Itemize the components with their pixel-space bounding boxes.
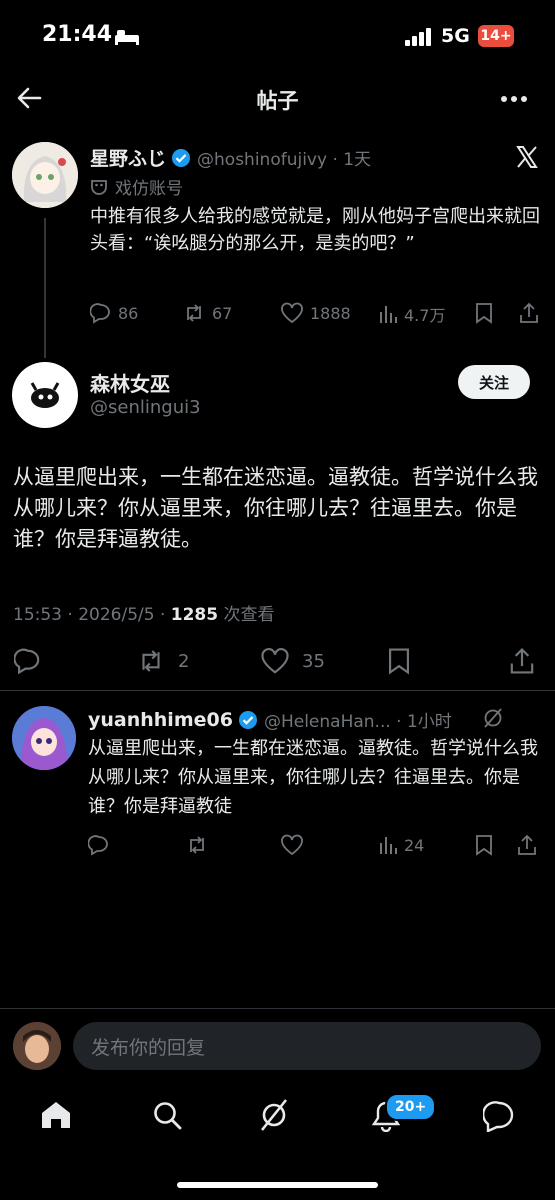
like-button[interactable]: 1888 [280, 302, 351, 324]
grok-icon[interactable] [258, 1098, 290, 1132]
reply-icon[interactable] [88, 834, 110, 856]
bottom-nav [0, 1080, 555, 1160]
reply-author-name[interactable]: yuanhhime06 [88, 709, 233, 731]
reply-text: 从逼里爬出来，一生都在迷恋逼。逼教徒。哲学说什么我从哪儿来？你从逼里来，你往哪儿… [88, 738, 538, 817]
home-icon[interactable] [40, 1100, 72, 1130]
follow-button[interactable]: 关注 [458, 365, 530, 399]
divider [0, 690, 555, 691]
repost-button[interactable]: 2 [136, 647, 189, 675]
share-icon[interactable] [508, 647, 536, 675]
reply-count: 86 [118, 303, 139, 323]
repost-count: 67 [212, 303, 233, 323]
home-indicator [177, 1182, 378, 1188]
share-icon[interactable] [518, 302, 540, 324]
view-count: 4.7万 [404, 306, 446, 325]
bookmark-icon[interactable] [386, 647, 412, 675]
like-count: 35 [302, 650, 325, 672]
main-post-actions: 2 35 [14, 647, 544, 675]
avatar[interactable] [13, 1022, 61, 1070]
x-logo-icon [515, 145, 539, 169]
reply-header: yuanhhime06 @HelenaHan... · 1小时 [88, 707, 528, 733]
thread-connector-line [44, 218, 46, 358]
reply-icon [90, 302, 112, 324]
parody-label: 戏仿账号 [90, 174, 183, 199]
views-count: 1285 [170, 605, 219, 625]
author-handle-time: @hoshinofujivy · 1天 [197, 150, 372, 170]
reply-actions: 24 [88, 834, 543, 858]
more-options-icon[interactable] [500, 95, 528, 103]
reply-handle-time: @HelenaHan... · 1小时 [263, 712, 452, 732]
main-post-text: 从逼里爬出来，一生都在迷恋逼。逼教徒。哲学说什么我从哪儿来？你从逼里来，你往哪儿… [13, 465, 538, 551]
heart-icon[interactable] [280, 834, 304, 856]
avatar[interactable] [12, 362, 78, 428]
page-title: 帖子 [256, 89, 299, 113]
share-icon[interactable] [516, 834, 538, 856]
reply-icon[interactable] [14, 647, 42, 675]
repost-icon [182, 302, 206, 324]
views-button[interactable]: 4.7万 [378, 302, 445, 326]
main-author-name[interactable]: 森林女巫 [90, 368, 170, 397]
sleep-bed-icon [114, 27, 140, 45]
like-count: 1888 [310, 303, 351, 323]
parent-post-text: 中推有很多人给我的感觉就是，刚从他妈子宫爬出来就回头看：“诶吆腿分的那么开，是卖… [90, 206, 540, 254]
parody-label-text: 戏仿账号 [115, 179, 183, 199]
repost-button[interactable]: 67 [182, 302, 232, 324]
views-label: 次查看 [218, 605, 275, 625]
compose-divider [0, 1008, 555, 1009]
views-button[interactable]: 24 [378, 834, 424, 856]
battery-indicator: 14+ [478, 25, 514, 47]
view-count: 24 [404, 835, 425, 855]
reply-input[interactable]: 发布你的回复 [73, 1022, 541, 1070]
parent-post-header: 星野ふじ @hoshinofujivy · 1天 [90, 144, 371, 171]
avatar[interactable] [12, 142, 78, 208]
mask-icon [90, 178, 108, 196]
search-icon[interactable] [152, 1100, 182, 1130]
messages-icon[interactable] [483, 1100, 515, 1132]
repost-count: 2 [178, 650, 190, 672]
bookmark-icon[interactable] [474, 834, 494, 856]
battery-level: 14+ [480, 28, 512, 44]
parent-post-actions: 86 67 1888 4.7万 [90, 302, 545, 326]
bookmark-icon[interactable] [474, 302, 494, 324]
heart-icon [280, 302, 304, 324]
post-meta: 15:53 · 2026/5/5 · 1285 次查看 [13, 600, 275, 625]
verified-badge-icon [171, 148, 191, 168]
like-button[interactable]: 35 [260, 647, 325, 675]
author-name[interactable]: 星野ふじ [90, 144, 166, 171]
analytics-icon [378, 834, 398, 856]
reply-button[interactable]: 86 [90, 302, 138, 324]
main-author-handle: @senlingui3 [90, 397, 201, 418]
network-label: 5G [441, 25, 470, 47]
verified-badge-icon [238, 710, 258, 730]
cellular-signal-icon [405, 28, 433, 46]
notifications-badge: 20+ [385, 1093, 437, 1121]
heart-icon [260, 647, 290, 675]
analytics-icon [378, 303, 398, 325]
avatar[interactable] [12, 706, 76, 770]
repost-icon[interactable] [185, 834, 209, 856]
post-timestamp: 15:53 · 2026/5/5 · [13, 605, 171, 625]
grok-icon[interactable] [482, 707, 504, 729]
repost-icon [136, 647, 166, 675]
status-bar: 21:44 5G 14+ [0, 0, 555, 70]
status-time: 21:44 [42, 22, 113, 47]
